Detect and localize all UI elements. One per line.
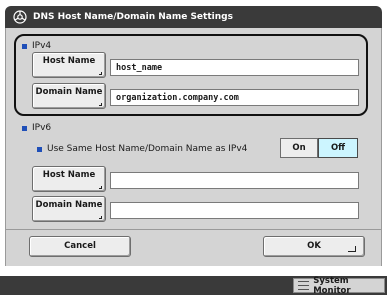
ipv4-host-name-value: host_name xyxy=(116,62,163,73)
ipv6-domain-name-button-label: Domain Name xyxy=(35,200,103,210)
enter-return-icon xyxy=(348,246,356,252)
on-button-label: On xyxy=(292,143,306,153)
ipv6-host-name-field[interactable] xyxy=(110,172,359,189)
dialog-title-bar: DNS Host Name/Domain Name Settings xyxy=(5,6,382,28)
corner-arrow-icon xyxy=(99,103,102,106)
cancel-button[interactable]: Cancel xyxy=(29,236,131,257)
ipv4-label-text: IPv4 xyxy=(32,41,52,51)
ipv4-domain-name-button[interactable]: Domain Name xyxy=(32,83,106,109)
use-same-off-button[interactable]: Off xyxy=(318,138,358,158)
bullet-icon xyxy=(22,43,27,49)
dialog-title: DNS Host Name/Domain Name Settings xyxy=(33,12,233,22)
ipv4-domain-name-value: organization.company.com xyxy=(116,92,239,103)
ok-button-label: OK xyxy=(307,241,321,251)
ipv4-section-label: IPv4 xyxy=(22,41,51,51)
ipv4-host-name-button-label: Host Name xyxy=(42,56,96,66)
ipv4-domain-name-field[interactable]: organization.company.com xyxy=(110,89,359,106)
ipv6-host-name-button-label: Host Name xyxy=(42,170,96,180)
corner-arrow-icon xyxy=(99,186,102,189)
screen: DNS Host Name/Domain Name Settings IPv4 … xyxy=(0,0,387,295)
status-area xyxy=(0,266,387,276)
off-button-label: Off xyxy=(330,143,346,153)
system-monitor-button[interactable]: System Monitor xyxy=(293,275,385,295)
ipv6-section-label: IPv6 xyxy=(22,123,51,133)
use-same-on-button[interactable]: On xyxy=(280,138,318,158)
ipv4-host-name-button[interactable]: Host Name xyxy=(32,52,106,78)
corner-arrow-icon xyxy=(99,216,102,219)
use-same-setting-text: Use Same Host Name/Domain Name as IPv4 xyxy=(47,144,248,154)
ipv6-domain-name-button[interactable]: Domain Name xyxy=(32,196,106,222)
ipv6-label-text: IPv6 xyxy=(32,123,52,133)
bottom-bar: System Monitor xyxy=(0,276,387,295)
system-monitor-icon xyxy=(298,281,310,290)
footer-divider xyxy=(6,229,381,230)
settings-gear-icon xyxy=(13,10,27,24)
cancel-button-label: Cancel xyxy=(64,241,96,251)
system-monitor-label: System Monitor xyxy=(313,275,351,295)
bullet-icon xyxy=(37,146,42,152)
ok-button[interactable]: OK xyxy=(263,236,365,257)
ipv4-host-name-field[interactable]: host_name xyxy=(110,59,359,76)
bullet-icon xyxy=(22,125,27,131)
ipv6-host-name-button[interactable]: Host Name xyxy=(32,166,106,192)
ipv6-domain-name-field[interactable] xyxy=(110,202,359,219)
ipv4-domain-name-button-label: Domain Name xyxy=(35,87,103,97)
corner-arrow-icon xyxy=(99,72,102,75)
use-same-setting-label: Use Same Host Name/Domain Name as IPv4 xyxy=(37,144,247,154)
